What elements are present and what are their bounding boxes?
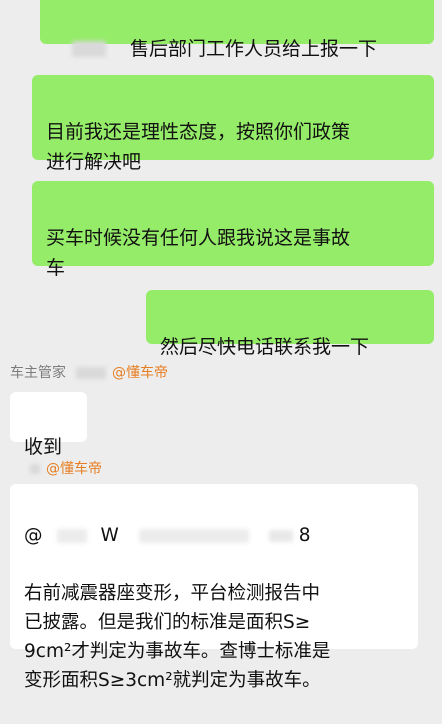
received-message-1-text: 收到: [24, 436, 63, 458]
sent-message-2-text: 目前我还是理性态度，按照你们政策 进行解决吧: [46, 121, 351, 173]
mention-tag[interactable]: @懂车帝: [46, 460, 102, 478]
at-symbol: @: [24, 525, 43, 546]
redacted-name: [30, 464, 40, 474]
mention-tag[interactable]: @懂车帝: [112, 364, 168, 382]
redacted-name: [56, 528, 87, 543]
received-message-2-text: 右前减震器座变形，平台检测报告中 已披露。但是我们的标准是面积S≥ 9cm²才判…: [24, 583, 331, 691]
at-user-line: @ W 8: [24, 521, 404, 550]
received-message-2[interactable]: @ W 8 右前减震器座变形，平台检测报告中 已披露。但是我们的标准是面积S≥ …: [10, 484, 418, 691]
sent-message-4-text: 然后尽快电话联系我一下: [160, 336, 370, 358]
reply-1-sender-row: 车主管家 @懂车帝: [10, 364, 168, 382]
sent-message-2[interactable]: 目前我还是理性态度，按照你们政策 进行解决吧: [32, 75, 434, 173]
redacted-name: [76, 367, 106, 379]
redacted-name: [268, 529, 293, 542]
at-username-fragment: W: [100, 525, 119, 546]
sent-message-3-text: 买车时候没有任何人跟我说这是事故 车: [46, 227, 351, 279]
sent-message-4[interactable]: 然后尽快电话联系我一下: [146, 290, 434, 358]
sender-name: 车主管家: [10, 365, 66, 381]
sent-message-1-text: 售后部门工作人员给上报一下: [130, 38, 378, 60]
at-username-suffix: 8: [298, 525, 311, 546]
received-message-1[interactable]: 收到: [10, 392, 87, 458]
redacted-name: [138, 528, 249, 543]
sent-message-3[interactable]: 买车时候没有任何人跟我说这是事故 车: [32, 181, 434, 279]
reply-2-sender-row: @懂车帝: [30, 460, 102, 478]
redacted-text: [72, 41, 106, 57]
sent-message-1[interactable]: 售后部门工作人员给上报一下: [40, 0, 434, 60]
